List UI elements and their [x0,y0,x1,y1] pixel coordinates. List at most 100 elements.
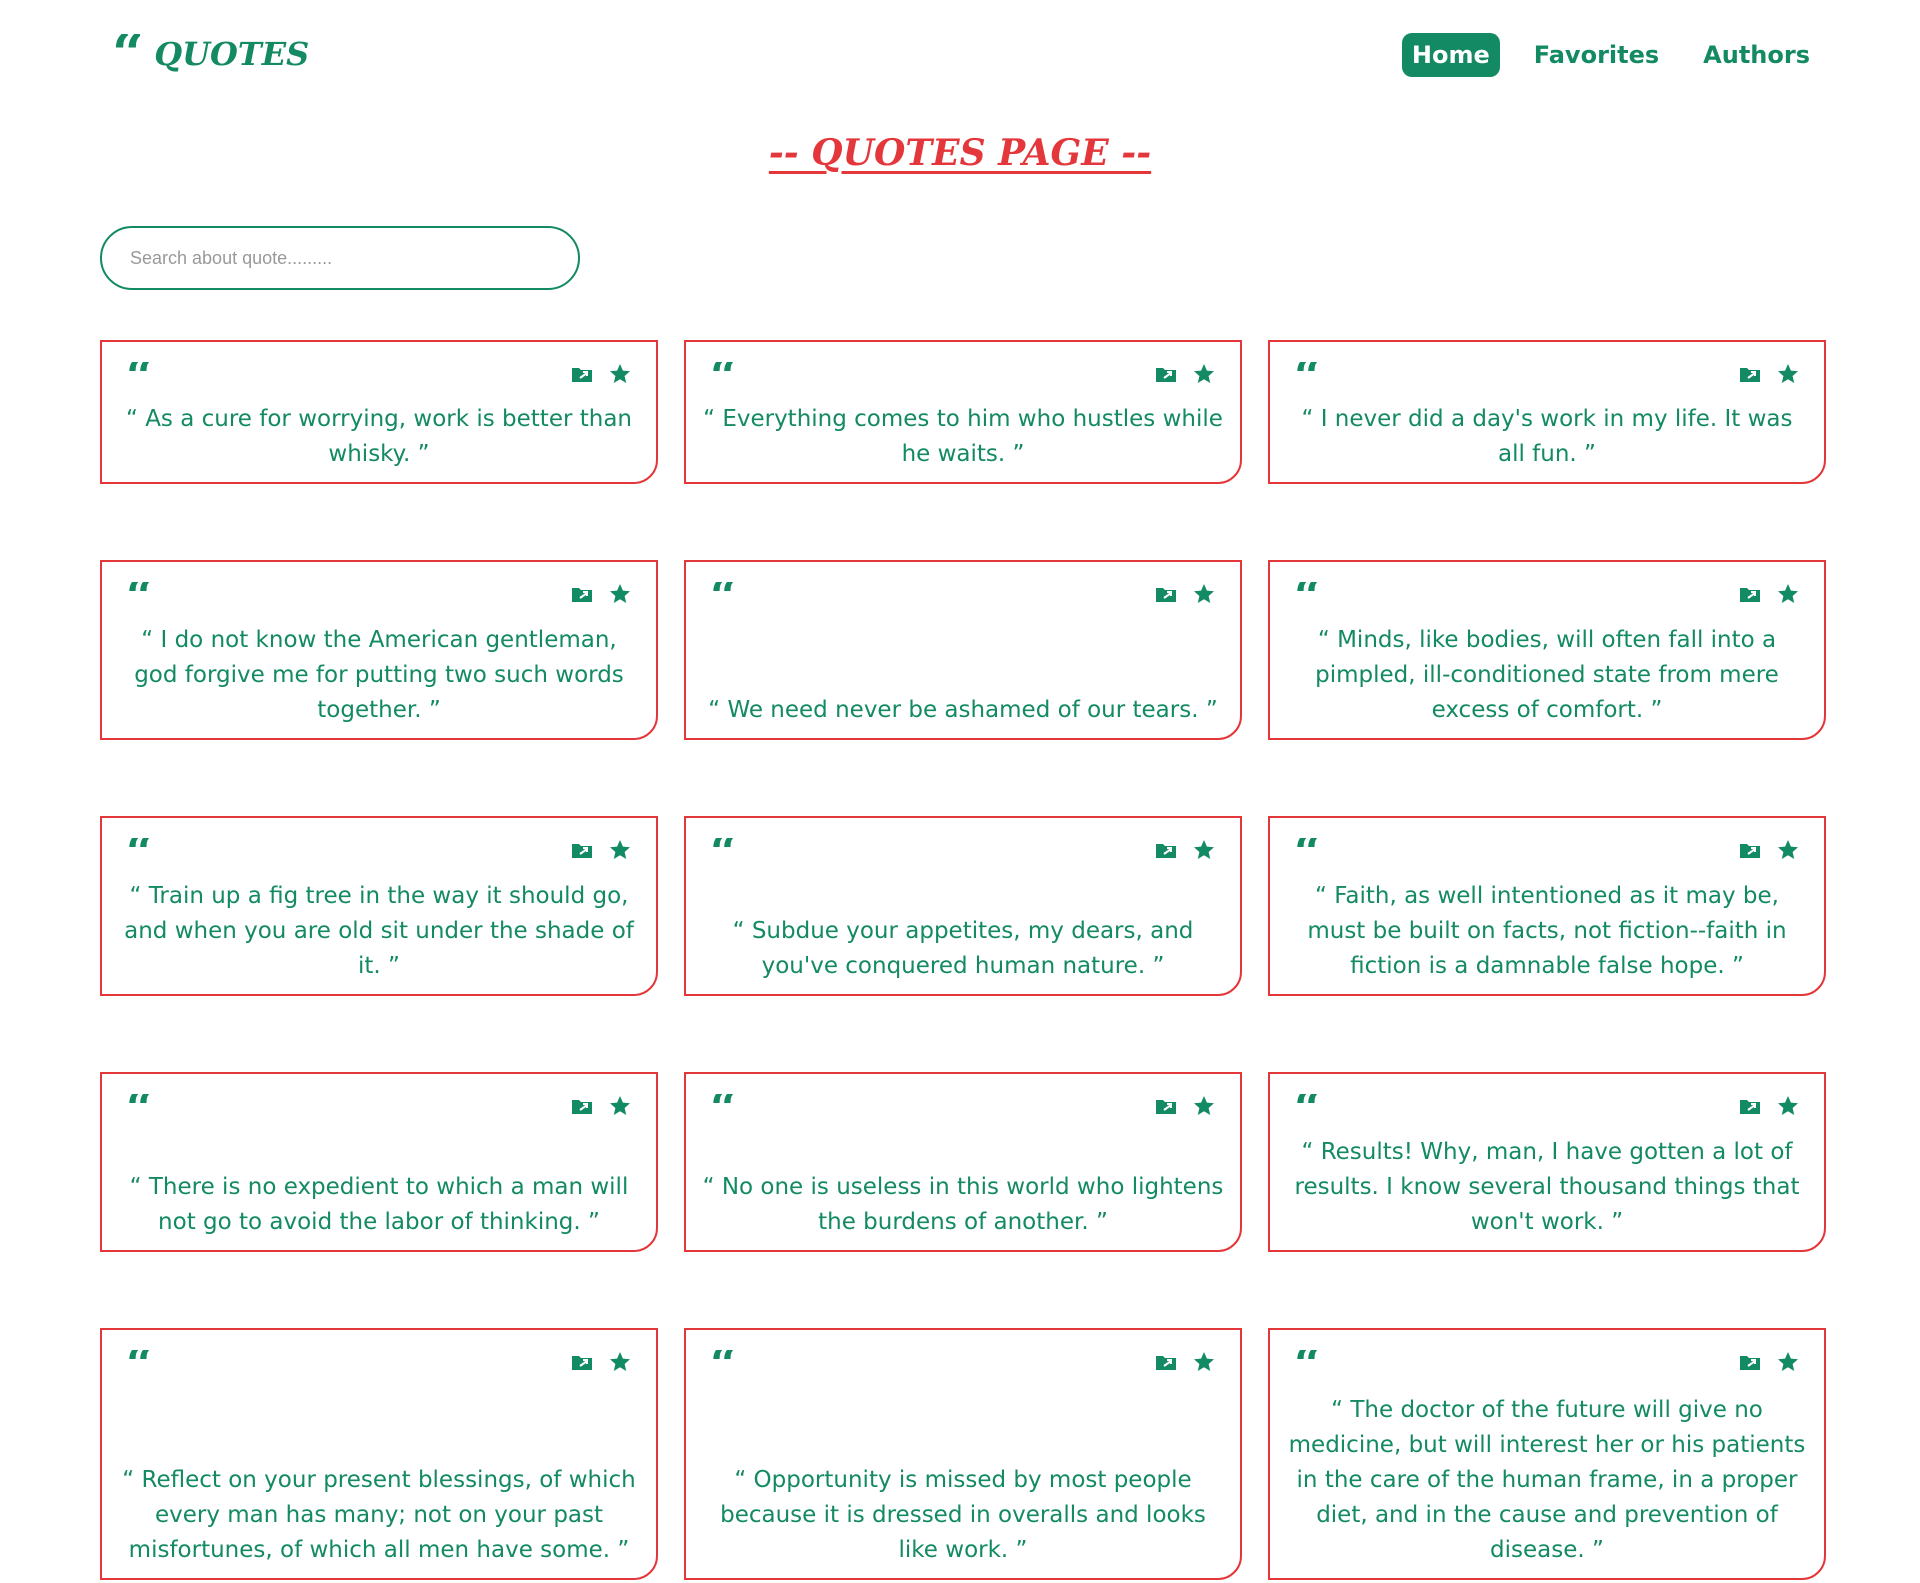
folder-share-icon[interactable] [1154,1350,1178,1374]
card-actions [1738,582,1800,606]
quote-card: “ “ Subdue your appetites, my dears, and… [684,816,1242,996]
nav-home[interactable]: Home [1401,33,1500,77]
brand-logo[interactable]: “ QUOTES [112,34,309,74]
folder-share-icon[interactable] [1154,1094,1178,1118]
quote-text: “ Reflect on your present blessings, of … [122,1467,636,1563]
card-header: “ [686,1330,1240,1390]
quote-left-icon: “ [1294,1350,1319,1380]
quote-text: “ Opportunity is missed by most people b… [720,1467,1206,1563]
card-body: “ No one is useless in this world who li… [686,1134,1240,1250]
nav-authors[interactable]: Authors [1693,33,1820,77]
star-icon[interactable] [1192,582,1216,606]
quote-text: “ As a cure for worrying, work is better… [125,406,633,467]
star-icon[interactable] [1776,838,1800,862]
folder-share-icon[interactable] [570,838,594,862]
folder-share-icon[interactable] [1154,582,1178,606]
navbar: “ QUOTES Home Favorites Authors [0,0,1920,110]
star-icon[interactable] [1776,1094,1800,1118]
folder-share-icon[interactable] [1154,362,1178,386]
quote-text: “ There is no expedient to which a man w… [129,1174,629,1235]
folder-share-icon[interactable] [1154,838,1178,862]
card-actions [570,362,632,386]
quotes-row: “ “ There is no expedient to which a man… [100,1072,1830,1252]
quote-card: “ “ There is no expedient to which a man… [100,1072,658,1252]
star-icon[interactable] [1192,1350,1216,1374]
quotes-grid: “ “ As a cure for worrying, work is bett… [100,340,1830,1583]
star-icon[interactable] [608,362,632,386]
card-body: “ There is no expedient to which a man w… [102,1134,656,1250]
card-body: “ Subdue your appetites, my dears, and y… [686,878,1240,994]
quote-left-icon: “ [710,1094,735,1124]
quote-card: “ “ I never did a day's work in my life.… [1268,340,1826,484]
quote-text: “ Train up a fig tree in the way it shou… [124,883,634,979]
nav-favorites[interactable]: Favorites [1524,33,1669,77]
quote-text: “ Results! Why, man, I have gotten a lot… [1294,1139,1800,1235]
page-title: -- QUOTES PAGE -- [768,132,1152,174]
star-icon[interactable] [1776,1350,1800,1374]
quote-left-icon: “ [126,362,151,392]
card-body: “ Faith, as well intentioned as it may b… [1270,878,1824,994]
folder-share-icon[interactable] [570,1350,594,1374]
quote-left-icon: “ [126,582,151,612]
brand-title: QUOTES [154,35,310,73]
folder-share-icon[interactable] [1738,838,1762,862]
star-icon[interactable] [1776,362,1800,386]
card-actions [1154,1094,1216,1118]
folder-share-icon[interactable] [1738,582,1762,606]
star-icon[interactable] [1192,838,1216,862]
card-header: “ [1270,1074,1824,1134]
quote-left-icon: “ [126,1350,151,1380]
star-icon[interactable] [608,582,632,606]
quotes-row: “ “ Train up a fig tree in the way it sh… [100,816,1830,996]
card-header: “ [686,818,1240,878]
card-body: “ As a cure for worrying, work is better… [102,402,656,482]
card-body: “ Results! Why, man, I have gotten a lot… [1270,1134,1824,1250]
card-body: “ We need never be ashamed of our tears.… [686,622,1240,738]
card-body: “ The doctor of the future will give no … [1270,1390,1824,1578]
card-body: “ Train up a fig tree in the way it shou… [102,878,656,994]
quote-left-icon: “ [1294,582,1319,612]
quotes-row: “ “ Reflect on your present blessings, o… [100,1328,1830,1580]
quote-left-icon: “ [112,34,141,74]
card-header: “ [1270,562,1824,622]
star-icon[interactable] [1192,362,1216,386]
card-header: “ [102,1330,656,1390]
folder-share-icon[interactable] [1738,1350,1762,1374]
star-icon[interactable] [1776,582,1800,606]
star-icon[interactable] [608,1350,632,1374]
card-actions [1738,1094,1800,1118]
folder-share-icon[interactable] [1738,362,1762,386]
folder-share-icon[interactable] [570,1094,594,1118]
quote-card: “ “ Faith, as well intentioned as it may… [1268,816,1826,996]
quote-card: “ “ Results! Why, man, I have gotten a l… [1268,1072,1826,1252]
card-body: “ Reflect on your present blessings, of … [102,1390,656,1578]
quote-left-icon: “ [126,1094,151,1124]
quote-left-icon: “ [1294,362,1319,392]
card-actions [1154,838,1216,862]
quote-text: “ I do not know the American gentleman, … [134,627,624,723]
star-icon[interactable] [608,838,632,862]
quote-card: “ “ Everything comes to him who hustles … [684,340,1242,484]
search-input[interactable] [128,246,552,270]
card-header: “ [686,562,1240,622]
card-header: “ [102,1074,656,1134]
quote-text: “ No one is useless in this world who li… [702,1174,1224,1235]
card-header: “ [686,1074,1240,1134]
card-header: “ [1270,342,1824,402]
star-icon[interactable] [1192,1094,1216,1118]
quote-left-icon: “ [710,582,735,612]
card-header: “ [1270,818,1824,878]
quote-text: “ Minds, like bodies, will often fall in… [1315,627,1779,723]
folder-share-icon[interactable] [1738,1094,1762,1118]
quote-text: “ Faith, as well intentioned as it may b… [1307,883,1787,979]
quote-text: “ Subdue your appetites, my dears, and y… [732,918,1194,979]
quotes-row: “ “ I do not know the American gentleman… [100,560,1830,740]
card-actions [1154,362,1216,386]
card-body: “ Minds, like bodies, will often fall in… [1270,622,1824,738]
quote-card: “ “ Reflect on your present blessings, o… [100,1328,658,1580]
star-icon[interactable] [608,1094,632,1118]
folder-share-icon[interactable] [570,362,594,386]
card-body: “ Opportunity is missed by most people b… [686,1390,1240,1578]
folder-share-icon[interactable] [570,582,594,606]
quote-left-icon: “ [710,838,735,868]
